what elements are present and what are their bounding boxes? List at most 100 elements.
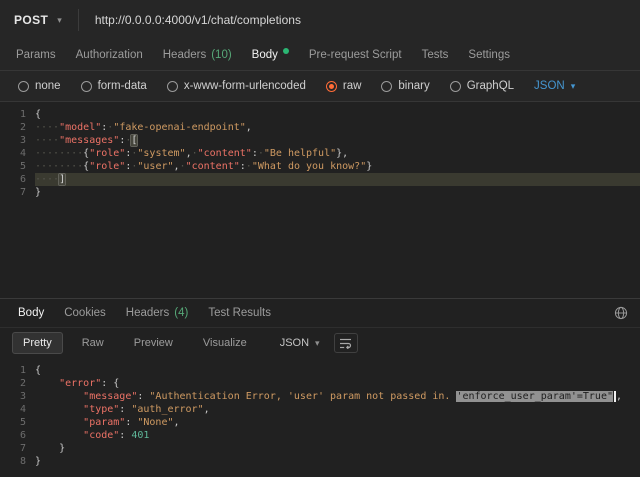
code-text: }: [35, 442, 640, 455]
code-line[interactable]: 1{: [0, 364, 640, 377]
tab-label: Pre-request Script: [309, 49, 402, 61]
request-tabs: Params Authorization Headers (10) Body P…: [0, 40, 640, 71]
tab-count: (10): [211, 49, 231, 61]
tab-body[interactable]: Body: [242, 40, 299, 70]
response-panel: 1{2 "error": {3 "message": "Authenticati…: [0, 358, 640, 477]
body-language-select[interactable]: JSON ▾: [534, 80, 575, 92]
code-line[interactable]: 5 "param": "None",: [0, 416, 640, 429]
code-line[interactable]: 5········{"role":·"user",·"content":·"Wh…: [0, 160, 640, 173]
code-text: ····]: [35, 173, 640, 186]
tab-count: (4): [174, 307, 188, 319]
wrap-text-button[interactable]: [334, 333, 358, 353]
tab-pre-request-script[interactable]: Pre-request Script: [299, 40, 412, 70]
view-raw-button[interactable]: Raw: [71, 332, 115, 354]
line-number: 6: [0, 173, 35, 186]
response-toolbar: Pretty Raw Preview Visualize JSON ▾: [0, 328, 640, 358]
radio-label: GraphQL: [467, 80, 514, 92]
radio-icon: [450, 81, 461, 92]
language-label: JSON: [280, 337, 309, 349]
tab-label: Settings: [468, 49, 510, 61]
line-number: 5: [0, 160, 35, 173]
line-number: 5: [0, 416, 35, 429]
code-text: ····"model":·"fake-openai-endpoint",: [35, 121, 640, 134]
line-number: 1: [0, 108, 35, 121]
divider: [78, 9, 79, 31]
radio-icon: [326, 81, 337, 92]
radio-x-www-form-urlencoded[interactable]: x-www-form-urlencoded: [167, 80, 306, 92]
code-line[interactable]: 4········{"role":·"system",·"content":·"…: [0, 147, 640, 160]
radio-binary[interactable]: binary: [381, 80, 429, 92]
line-number: 2: [0, 377, 35, 390]
response-editor[interactable]: 1{2 "error": {3 "message": "Authenticati…: [0, 358, 640, 477]
radio-icon: [18, 81, 29, 92]
tab-params[interactable]: Params: [6, 40, 66, 70]
tab-label: Cookies: [64, 307, 106, 319]
method-label: POST: [14, 13, 48, 27]
tab-headers[interactable]: Headers (10): [153, 40, 242, 70]
code-line[interactable]: 8}: [0, 455, 640, 468]
code-line[interactable]: 7}: [0, 186, 640, 199]
tab-label: Body: [18, 307, 44, 319]
response-tab-cookies[interactable]: Cookies: [54, 299, 116, 327]
tab-settings[interactable]: Settings: [458, 40, 520, 70]
radio-icon: [381, 81, 392, 92]
code-line[interactable]: 6····]: [0, 173, 640, 186]
view-visualize-button[interactable]: Visualize: [192, 332, 258, 354]
code-text: "code": 401: [35, 429, 640, 442]
tab-label: Headers: [126, 307, 169, 319]
response-tabs: Body Cookies Headers (4) Test Results: [0, 298, 640, 328]
line-number: 2: [0, 121, 35, 134]
request-url-bar: POST ▾ http://0.0.0.0:4000/v1/chat/compl…: [0, 0, 640, 40]
line-number: 1: [0, 364, 35, 377]
code-line[interactable]: 1{: [0, 108, 640, 121]
code-text: {: [35, 364, 640, 377]
line-number: 3: [0, 134, 35, 147]
method-select[interactable]: POST ▾: [14, 13, 62, 27]
response-language-select[interactable]: JSON ▾: [280, 337, 320, 349]
language-label: JSON: [534, 80, 565, 92]
line-number: 4: [0, 147, 35, 160]
code-line[interactable]: 2····"model":·"fake-openai-endpoint",: [0, 121, 640, 134]
code-text: }: [35, 186, 640, 199]
tab-tests[interactable]: Tests: [412, 40, 459, 70]
radio-graphql[interactable]: GraphQL: [450, 80, 514, 92]
code-line[interactable]: 2 "error": {: [0, 377, 640, 390]
code-text: ········{"role":·"system",·"content":·"B…: [35, 147, 640, 160]
selected-text: 'enforce_user_param'=True": [456, 391, 613, 402]
radio-label: form-data: [98, 80, 147, 92]
response-tab-body[interactable]: Body: [8, 299, 54, 327]
response-tab-test-results[interactable]: Test Results: [198, 299, 281, 327]
chevron-down-icon: ▾: [571, 82, 576, 91]
code-text: {: [35, 108, 640, 121]
body-type-bar: none form-data x-www-form-urlencoded raw…: [0, 71, 640, 102]
line-number: 4: [0, 403, 35, 416]
code-line[interactable]: 3····"messages":·[: [0, 134, 640, 147]
tab-label: Authorization: [76, 49, 143, 61]
code-line[interactable]: 3 "message": "Authentication Error, 'use…: [0, 390, 640, 403]
url-input[interactable]: http://0.0.0.0:4000/v1/chat/completions: [95, 13, 301, 27]
view-preview-button[interactable]: Preview: [123, 332, 184, 354]
globe-icon[interactable]: [610, 306, 632, 320]
radio-form-data[interactable]: form-data: [81, 80, 147, 92]
code-text: "message": "Authentication Error, 'user'…: [35, 390, 640, 403]
tab-label: Test Results: [208, 307, 271, 319]
request-editor[interactable]: 1{2····"model":·"fake-openai-endpoint",3…: [0, 102, 640, 298]
line-number: 6: [0, 429, 35, 442]
tab-authorization[interactable]: Authorization: [66, 40, 153, 70]
app-window: POST ▾ http://0.0.0.0:4000/v1/chat/compl…: [0, 0, 640, 477]
radio-raw[interactable]: raw: [326, 80, 362, 92]
tab-label: Tests: [422, 49, 449, 61]
response-tab-headers[interactable]: Headers (4): [116, 299, 199, 327]
code-line[interactable]: 7 }: [0, 442, 640, 455]
code-text: ····"messages":·[: [35, 134, 640, 147]
radio-none[interactable]: none: [18, 80, 61, 92]
chevron-down-icon: ▾: [57, 16, 62, 25]
tab-label: Body: [252, 49, 278, 61]
code-line[interactable]: 4 "type": "auth_error",: [0, 403, 640, 416]
tab-label: Params: [16, 49, 56, 61]
code-text: }: [35, 455, 640, 468]
view-pretty-button[interactable]: Pretty: [12, 332, 63, 354]
radio-label: binary: [398, 80, 429, 92]
tab-label: Headers: [163, 49, 206, 61]
code-line[interactable]: 6 "code": 401: [0, 429, 640, 442]
